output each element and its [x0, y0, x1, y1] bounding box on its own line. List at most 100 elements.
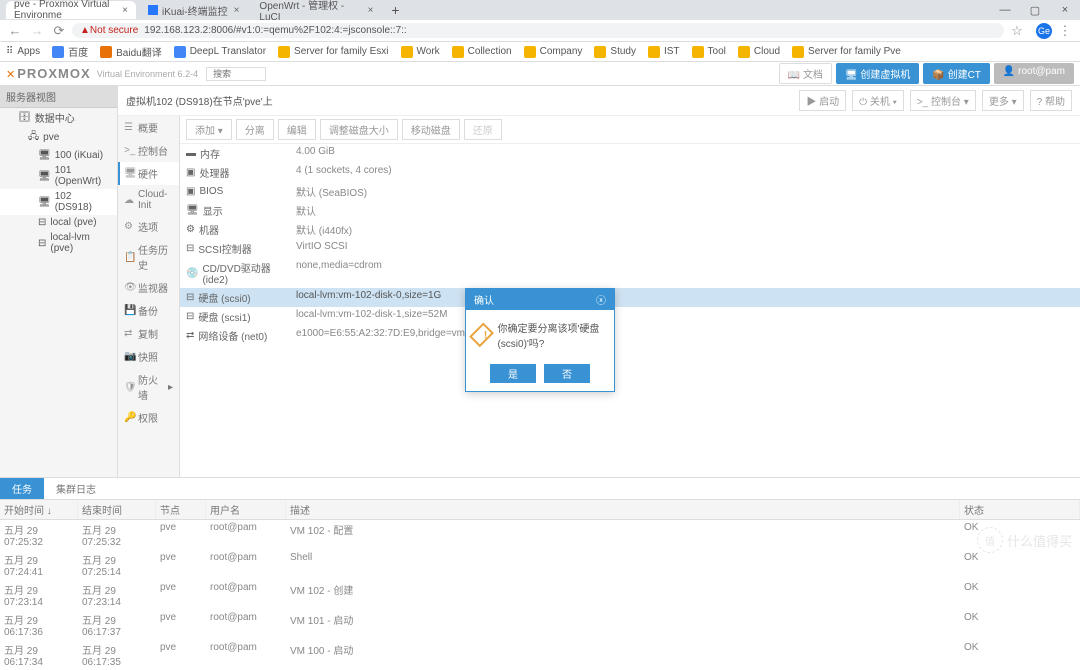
hw-row-bios[interactable]: ▣ BIOS默认 (SeaBIOS): [180, 182, 1080, 201]
bookmark-folder[interactable]: IST: [648, 46, 680, 58]
add-button[interactable]: 添加 ▾: [186, 119, 232, 140]
bookmark-item[interactable]: Baidu翻译: [100, 44, 162, 59]
bookmark-item[interactable]: 百度: [52, 44, 88, 59]
tree-item-datacenter[interactable]: 🗄 数据中心: [0, 108, 117, 127]
sidebar-item-monitor[interactable]: 👁监视器: [118, 276, 179, 299]
tree-item-storage[interactable]: ⊟ local-lvm (pve): [0, 230, 117, 256]
hw-row-memory[interactable]: ▬ 内存4.00 GiB: [180, 144, 1080, 163]
edit-button[interactable]: 编辑: [278, 119, 316, 140]
hw-row-disk-selected[interactable]: ⊟ 硬盘 (scsi0)local-lvm:vm-102-disk-0,size…: [180, 288, 1080, 307]
yes-button[interactable]: 是: [490, 364, 536, 383]
resize-disk-button[interactable]: 调整磁盘大小: [320, 119, 398, 140]
create-vm-button[interactable]: 🖥 创建虚拟机: [836, 63, 919, 84]
profile-avatar[interactable]: Ge: [1036, 23, 1052, 39]
log-row[interactable]: 五月 29 06:17:36五月 29 06:17:37pveroot@pamV…: [0, 610, 1080, 640]
sidebar-item-firewall[interactable]: 🛡防火墙 ▸: [118, 368, 179, 406]
move-disk-button[interactable]: 移动磁盘: [402, 119, 460, 140]
docs-button[interactable]: 📖 文档: [779, 63, 832, 84]
log-row[interactable]: 五月 29 07:24:41五月 29 07:25:14pveroot@pamS…: [0, 550, 1080, 580]
col-end[interactable]: 结束时间: [78, 500, 156, 519]
sidebar-item-tasks[interactable]: 📋任务历史: [118, 238, 179, 276]
hw-row-cdrom[interactable]: 💿 CD/DVD驱动器 (ide2)none,media=cdrom: [180, 258, 1080, 288]
browser-tab[interactable]: OpenWrt - 管理权 - LuCI×: [251, 1, 381, 19]
tree-item-vm[interactable]: 🖥 101 (OpenWrt): [0, 163, 117, 189]
sidebar-item-console[interactable]: >_控制台: [118, 139, 179, 162]
reload-button[interactable]: ⟳: [50, 23, 68, 39]
col-node[interactable]: 节点: [156, 500, 206, 519]
bookmark-folder[interactable]: Study: [594, 46, 636, 58]
start-button[interactable]: ▶ 启动: [799, 90, 846, 111]
hw-row-machine[interactable]: ⚙ 机器默认 (i440fx): [180, 220, 1080, 239]
bm-label: DeepL Translator: [190, 46, 266, 57]
help-button[interactable]: ? 帮助: [1030, 90, 1072, 111]
hw-row-display[interactable]: 🖥 显示默认: [180, 201, 1080, 220]
sidebar-item-replication[interactable]: ⇄复制: [118, 322, 179, 345]
bookmark-item[interactable]: DeepL Translator: [174, 46, 266, 58]
maximize-button[interactable]: ▢: [1020, 4, 1050, 17]
sidebar-item-options[interactable]: ⚙选项: [118, 215, 179, 238]
detach-button[interactable]: 分离: [236, 119, 274, 140]
col-user[interactable]: 用户名: [206, 500, 286, 519]
bookmark-folder[interactable]: Work: [401, 46, 440, 58]
more-button[interactable]: 更多 ▾: [982, 90, 1024, 111]
sidebar-item-backup[interactable]: 💾备份: [118, 299, 179, 322]
hw-row-scsi-controller[interactable]: ⊟ SCSI控制器VirtIO SCSI: [180, 239, 1080, 258]
tree-item-vm-selected[interactable]: 🖥 102 (DS918): [0, 189, 117, 215]
tree-view-selector[interactable]: 服务器视图: [0, 86, 117, 108]
star-icon[interactable]: ☆: [1008, 23, 1026, 39]
apps-button[interactable]: ⠿ Apps: [6, 46, 40, 57]
back-button[interactable]: ←: [6, 23, 24, 38]
bookmark-folder[interactable]: Collection: [452, 46, 512, 58]
create-ct-button[interactable]: 📦 创建CT: [923, 63, 990, 84]
bookmark-folder[interactable]: Cloud: [738, 46, 780, 58]
shutdown-button[interactable]: ⏻ 关机 ▾: [852, 90, 904, 111]
sync-icon: ⇄: [124, 328, 134, 339]
folder-icon: [452, 46, 464, 58]
shield-icon: 🛡: [124, 382, 134, 393]
close-button[interactable]: ×: [1050, 4, 1080, 17]
sidebar-item-cloudinit[interactable]: ☁Cloud-Init: [118, 185, 179, 215]
btn-label: 创建CT: [948, 70, 981, 81]
log-row[interactable]: 五月 29 07:23:14五月 29 07:23:14pveroot@pamV…: [0, 580, 1080, 610]
tab-cluster-log[interactable]: 集群日志: [44, 478, 108, 499]
sidebar-item-snapshot[interactable]: 📷快照: [118, 345, 179, 368]
proxmox-logo[interactable]: ✕PROXMOX: [6, 66, 91, 81]
hw-key: ⊟ 硬盘 (scsi0): [186, 290, 296, 305]
bookmark-folder[interactable]: Tool: [692, 46, 726, 58]
hw-row-network[interactable]: ⇄ 网络设备 (net0)e1000=E6:55:A2:32:7D:E9,bri…: [180, 326, 1080, 345]
close-icon[interactable]: ×: [368, 5, 374, 16]
user-menu-button[interactable]: 👤 root@pam: [994, 63, 1074, 84]
close-icon[interactable]: ×: [234, 5, 240, 16]
hw-row-cpu[interactable]: ▣ 处理器4 (1 sockets, 4 cores): [180, 163, 1080, 182]
bookmark-folder[interactable]: Server for family Esxi: [278, 46, 388, 58]
sidebar-item-summary[interactable]: ☰概要: [118, 116, 179, 139]
tree-item-node[interactable]: 🖧 pve: [0, 127, 117, 148]
console-button[interactable]: >_ 控制台 ▾: [910, 90, 976, 111]
col-desc[interactable]: 描述: [286, 500, 960, 519]
browser-tab[interactable]: iKuai-终端监控×: [140, 1, 247, 19]
hardware-toolbar: 添加 ▾ 分离 编辑 调整磁盘大小 移动磁盘 还原: [180, 116, 1080, 144]
browser-tab[interactable]: pve - Proxmox Virtual Environme×: [6, 1, 136, 19]
bookmark-folder[interactable]: Company: [524, 46, 583, 58]
dialog-titlebar[interactable]: 确认 ⓧ: [466, 289, 614, 310]
hw-row-disk[interactable]: ⊟ 硬盘 (scsi1)local-lvm:vm-102-disk-1,size…: [180, 307, 1080, 326]
sidebar-item-hardware[interactable]: 🖥硬件: [118, 162, 179, 185]
menu-icon[interactable]: ⋮: [1056, 23, 1074, 39]
no-button[interactable]: 否: [544, 364, 590, 383]
minimize-button[interactable]: —: [990, 4, 1020, 17]
close-icon[interactable]: ×: [122, 5, 128, 16]
bookmark-folder[interactable]: Server for family Pve: [792, 46, 901, 58]
tree-item-vm[interactable]: 🖥 100 (iKuai): [0, 148, 117, 163]
sidebar-item-permissions[interactable]: 🔑权限: [118, 406, 179, 429]
close-icon[interactable]: ⓧ: [596, 292, 606, 307]
col-start[interactable]: 开始时间 ↓: [0, 500, 78, 519]
col-status[interactable]: 状态: [960, 500, 1080, 519]
log-row[interactable]: 五月 29 07:25:32五月 29 07:25:32pveroot@pamV…: [0, 520, 1080, 550]
new-tab-button[interactable]: +: [385, 2, 405, 18]
search-input[interactable]: [206, 67, 266, 81]
tree-item-storage[interactable]: ⊟ local (pve): [0, 215, 117, 230]
log-row[interactable]: 五月 29 06:17:34五月 29 06:17:35pveroot@pamV…: [0, 640, 1080, 670]
forward-button[interactable]: →: [28, 23, 46, 38]
address-bar[interactable]: ▲ Not secure 192.168.123.2:8006/#v1:0:=q…: [72, 23, 1004, 38]
tab-tasks[interactable]: 任务: [0, 478, 44, 499]
